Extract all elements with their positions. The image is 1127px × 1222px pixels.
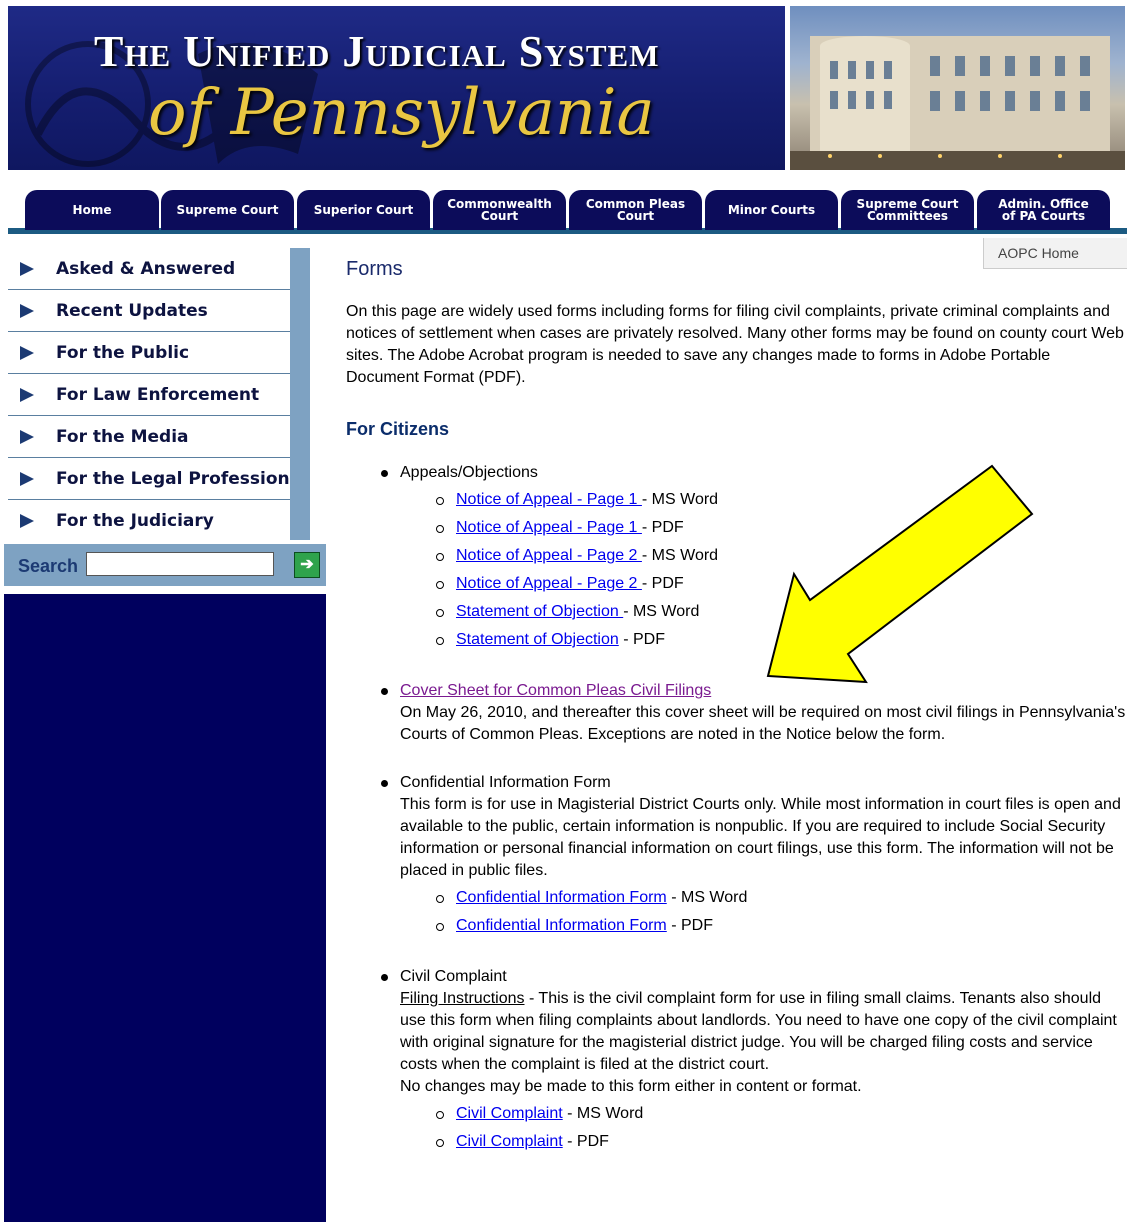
civil-complaint-label: Civil Complaint	[400, 968, 507, 985]
file-type: - PDF	[666, 917, 713, 934]
search-input[interactable]	[86, 552, 274, 576]
banner-title-line2: of Pennsylvania	[148, 76, 655, 150]
courthouse-photo	[790, 6, 1125, 170]
triangle-right-icon	[20, 471, 34, 486]
civil-complaint-pdf-link[interactable]: Civil Complaint	[456, 1133, 563, 1150]
cover-sheet-link[interactable]: Cover Sheet for Common Pleas Civil Filin…	[400, 682, 711, 699]
sidebar-item-for-the-judiciary[interactable]: For the Judiciary	[8, 500, 290, 541]
confidential-form-pdf-link[interactable]: Confidential Information Form	[456, 917, 667, 934]
page-title: Forms	[346, 258, 403, 280]
civil-complaint-note: No changes may be made to this form eith…	[400, 1078, 862, 1095]
file-type: - MS Word	[641, 547, 719, 564]
file-type: - MS Word	[641, 491, 719, 508]
sidebar-menu: Asked & Answered Recent Updates For the …	[8, 248, 290, 541]
file-type: - PDF	[618, 631, 665, 648]
main-content: Forms On this page are widely used forms…	[346, 258, 1126, 1182]
list-item: Civil Complaint - MS Word	[436, 1100, 1126, 1128]
notice-of-appeal-p1-word-link[interactable]: Notice of Appeal - Page 1	[456, 491, 642, 508]
sidebar-item-label: For the Public	[56, 342, 190, 363]
arrow-right-icon[interactable]: ➔	[294, 552, 320, 578]
sidebar-panel	[4, 594, 326, 1222]
list-item-confidential: Confidential Information Form This form …	[381, 772, 1126, 940]
sidebar-item-label: Recent Updates	[56, 300, 208, 321]
tab-superior-court[interactable]: Superior Court	[297, 190, 430, 230]
sidebar-item-for-law-enforcement[interactable]: For Law Enforcement	[8, 374, 290, 416]
triangle-right-icon	[20, 513, 34, 528]
file-type: - MS Word	[623, 603, 700, 620]
section-heading: For Citizens	[346, 419, 450, 439]
tab-supreme-court-committees[interactable]: Supreme Court Committees	[841, 190, 974, 230]
tab-supreme-court[interactable]: Supreme Court	[161, 190, 294, 230]
sidebar-scrollbar[interactable]	[290, 248, 310, 540]
sidebar: Asked & Answered Recent Updates For the …	[0, 244, 326, 1222]
sidebar-item-label: For the Legal Profession	[56, 468, 290, 489]
search-label: Search	[18, 556, 79, 576]
confidential-sublist: Confidential Information Form - MS Word …	[400, 884, 1126, 940]
list-item: Civil Complaint - PDF	[436, 1128, 1126, 1156]
civil-complaint-sublist: Civil Complaint - MS Word Civil Complain…	[400, 1100, 1126, 1156]
sidebar-item-asked-answered[interactable]: Asked & Answered	[8, 248, 290, 290]
annotation-arrow-icon	[766, 464, 1034, 684]
intro-text: On this page are widely used forms inclu…	[346, 303, 1124, 386]
confidential-desc: This form is for use in Magisterial Dist…	[400, 796, 1121, 879]
tab-minor-courts[interactable]: Minor Courts	[705, 190, 838, 230]
sidebar-item-label: For Law Enforcement	[56, 384, 260, 405]
site-banner: The Unified Judicial System of Pennsylva…	[8, 6, 785, 170]
main-nav: Home Supreme Court Superior Court Common…	[8, 178, 1127, 238]
list-item-civil-complaint: Civil Complaint Filing Instructions - Th…	[381, 966, 1126, 1156]
file-type: - MS Word	[562, 1105, 644, 1122]
search-box: Search ➔	[4, 544, 326, 586]
tab-admin-office[interactable]: Admin. Office of PA Courts	[977, 190, 1110, 230]
triangle-right-icon	[20, 303, 34, 318]
statement-of-objection-word-link[interactable]: Statement of Objection	[456, 603, 623, 620]
cover-sheet-desc: On May 26, 2010, and thereafter this cov…	[400, 704, 1126, 743]
sidebar-item-for-the-public[interactable]: For the Public	[8, 332, 290, 374]
triangle-right-icon	[20, 345, 34, 360]
file-type: - MS Word	[666, 889, 748, 906]
file-type: - PDF	[562, 1133, 609, 1150]
confidential-form-word-link[interactable]: Confidential Information Form	[456, 889, 667, 906]
sidebar-item-label: For the Media	[56, 426, 189, 447]
appeals-label: Appeals/Objections	[400, 464, 538, 481]
file-type: - PDF	[641, 519, 684, 536]
sidebar-item-for-the-media[interactable]: For the Media	[8, 416, 290, 458]
civil-complaint-word-link[interactable]: Civil Complaint	[456, 1105, 563, 1122]
list-item: Confidential Information Form - MS Word	[436, 884, 1126, 912]
banner-title-line1: The Unified Judicial System	[94, 27, 660, 76]
list-item: Confidential Information Form - PDF	[436, 912, 1126, 940]
sidebar-item-for-the-legal-profession[interactable]: For the Legal Profession	[8, 458, 290, 500]
tab-commonwealth-court[interactable]: Commonwealth Court	[433, 190, 566, 230]
triangle-right-icon	[20, 387, 34, 402]
sidebar-item-label: For the Judiciary	[56, 510, 214, 531]
confidential-label: Confidential Information Form	[400, 774, 611, 791]
filing-instructions-link[interactable]: Filing Instructions	[400, 990, 525, 1007]
file-type: - PDF	[641, 575, 684, 592]
triangle-right-icon	[20, 261, 34, 276]
statement-of-objection-pdf-link[interactable]: Statement of Objection	[456, 631, 619, 648]
triangle-right-icon	[20, 429, 34, 444]
tab-home[interactable]: Home	[25, 190, 159, 230]
sidebar-item-label: Asked & Answered	[56, 258, 236, 279]
notice-of-appeal-p2-word-link[interactable]: Notice of Appeal - Page 2	[456, 547, 642, 564]
notice-of-appeal-p2-pdf-link[interactable]: Notice of Appeal - Page 2	[456, 575, 642, 592]
tab-common-pleas-court[interactable]: Common Pleas Court	[569, 190, 702, 230]
notice-of-appeal-p1-pdf-link[interactable]: Notice of Appeal - Page 1	[456, 519, 642, 536]
sidebar-item-recent-updates[interactable]: Recent Updates	[8, 290, 290, 332]
